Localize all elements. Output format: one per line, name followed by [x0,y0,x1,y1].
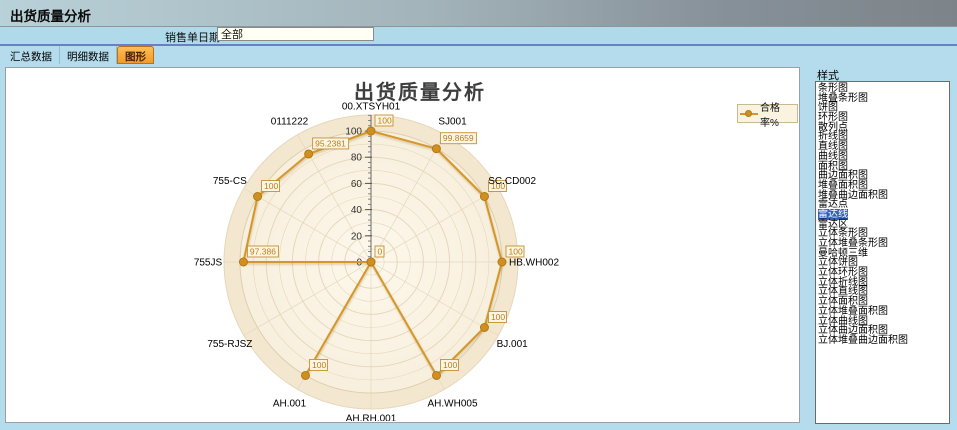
radar-category-label: BJ.001 [497,339,529,350]
radar-tick-label: 60 [351,179,363,190]
chart-legend: 合格率% [737,104,798,123]
radar-dot [498,258,506,266]
radar-dot [433,371,441,379]
style-listbox[interactable]: 条形图堆叠条形图饼图环形图散列点折线图直线图曲线图面积图曲边面积图堆叠面积图堆叠… [815,81,950,424]
tab-2[interactable]: 图形 [117,46,154,64]
radar-tick-label: 80 [351,153,363,164]
radar-category-label: SJ001 [438,116,467,127]
radar-value-label: 97.386 [250,247,276,257]
chart-panel: 02040608010010099.8659100100100100010097… [5,67,800,423]
radar-dot [305,150,313,158]
radar-dot [302,371,310,379]
sales-date-label: 销售单日期 [165,29,220,45]
radar-category-label: HB.WH002 [509,258,559,269]
radar-category-label: SC.CD002 [488,176,536,187]
radar-value-label: 100 [312,360,326,370]
legend-label: 合格率% [760,99,795,129]
tab-bar: 汇总数据明细数据图形 [0,46,957,64]
radar-value-label: 0 [378,247,383,257]
radar-category-label: 755-RJSZ [207,339,252,350]
app-window: 出货质量分析 销售单日期 汇总数据明细数据图形 0 20 40 60 80 100 100 9… [0,0,957,430]
radar-dot [480,324,488,332]
radar-value-label: 99.8659 [443,133,474,143]
radar-category-label: 0111222 [271,116,309,127]
radar-tick-label: 40 [351,205,363,216]
sales-date-input[interactable] [217,27,374,41]
tab-0[interactable]: 汇总数据 [3,46,60,64]
radar-dot [367,127,375,135]
window-title: 出货质量分析 [10,5,91,25]
radar-value-label: 100 [509,247,523,257]
filter-bar [0,27,957,44]
radar-dot [254,193,262,201]
radar-dot [480,193,488,201]
radar-category-label: 755-CS [213,176,247,187]
radar-dot [239,258,247,266]
radar-dot [367,258,375,266]
radar-category-label: AH.WH005 [427,399,477,410]
radar-value-label: 95.2381 [315,138,346,148]
legend-line-marker [740,109,758,118]
radar-tick-label: 20 [351,231,363,242]
radar-dot [432,145,440,153]
radar-value-label: 100 [378,116,392,126]
radar-value-label: 100 [491,312,505,322]
chart-title: 出货质量分析 [354,76,486,105]
radar-category-label: AH.RH.001 [346,414,397,422]
radar-category-label: AH.001 [273,399,307,410]
window-title-bar: 出货质量分析 [0,0,957,27]
radar-category-label: 755JS [194,258,223,269]
content-area: 02040608010010099.8659100100100100010097… [0,64,957,430]
tab-1[interactable]: 明细数据 [60,46,117,64]
radar-value-label: 100 [443,360,457,370]
style-option[interactable]: 立体堆叠曲边面积图 [818,336,949,346]
radar-chart: 02040608010010099.8659100100100100010097… [6,68,799,421]
radar-value-label: 100 [264,181,278,191]
